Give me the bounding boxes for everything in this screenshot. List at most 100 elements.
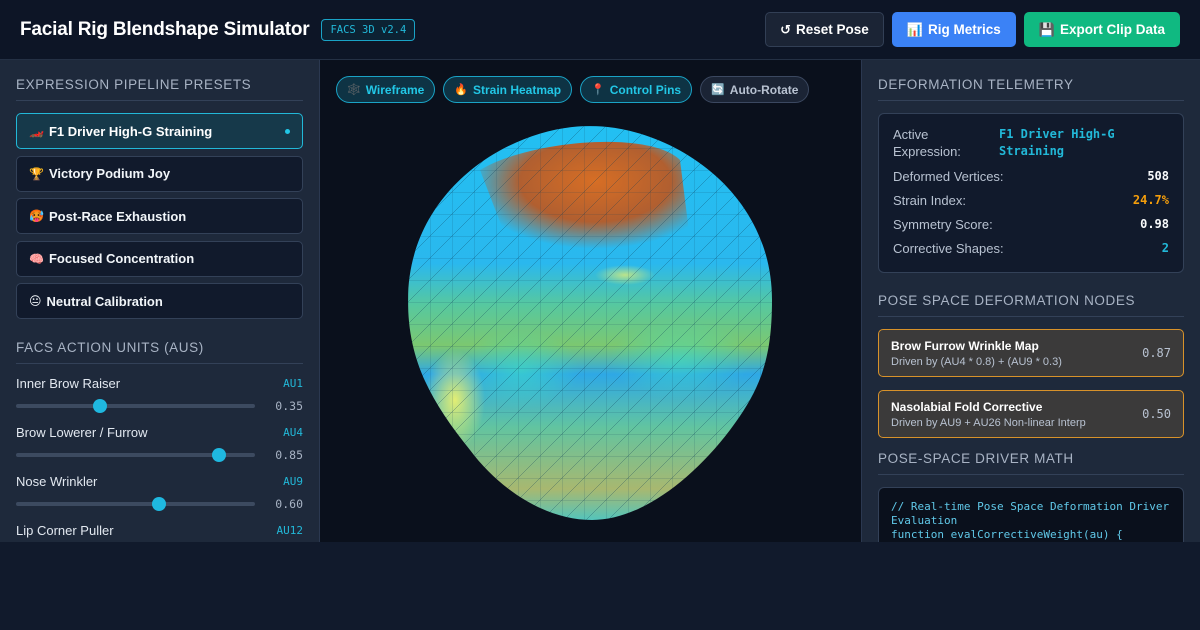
export-clip-button[interactable]: 💾 Export Clip Data (1023, 12, 1180, 47)
au-name: Nose Wrinkler (16, 474, 98, 489)
au-value: 0.85 (275, 448, 303, 462)
telemetry-heading: Deformation Telemetry (878, 77, 1184, 101)
pin-icon: 📍 (591, 84, 605, 96)
au-code: AU9 (283, 475, 303, 488)
psd-node-driver: Driven by AU9 + AU26 Non-linear Interp (891, 416, 1086, 429)
toggle-label: Auto-Rotate (729, 82, 799, 97)
rig-metrics-button[interactable]: 📊 Rig Metrics (891, 12, 1016, 47)
au-value: 0.60 (275, 497, 303, 511)
race-car-icon: 🏎️ (29, 124, 44, 138)
preset-label: Post-Race Exhaustion (48, 208, 187, 224)
version-badge: FACS 3D v2.4 (321, 18, 416, 41)
psd-node-weight: 0.50 (1142, 407, 1171, 421)
telemetry-label: Deformed Vertices: (893, 169, 1004, 184)
slider-thumb[interactable] (212, 448, 227, 462)
web-icon: 🕸️ (347, 84, 361, 96)
au-name: Brow Lowerer / Furrow (16, 425, 148, 440)
preset-label: F1 Driver High-G Straining (48, 123, 213, 139)
rig-metrics-label: Rig Metrics (928, 22, 1001, 37)
telemetry-value: 508 (1147, 169, 1169, 183)
left-panel: Expression Pipeline Presets 🏎️ F1 Driver… (0, 60, 320, 542)
toggle-strain-heatmap[interactable]: 🔥 Strain Heatmap (443, 76, 573, 103)
toggle-wireframe[interactable]: 🕸️ Wireframe (336, 76, 436, 103)
telemetry-label: Symmetry Score: (893, 217, 993, 232)
preset-label: Neutral Calibration (46, 293, 163, 309)
app-window: Facial Rig Blendshape Simulator FACS 3D … (0, 0, 1200, 630)
preset-neutral[interactable]: 😐 Neutral Calibration (16, 283, 303, 319)
psd-node-nasolabial[interactable]: Nasolabial Fold Corrective Driven by AU9… (878, 390, 1184, 438)
presets-heading: Expression Pipeline Presets (16, 77, 303, 101)
neutral-face-icon: 😐 (29, 294, 42, 308)
viewport-toolbar: 🕸️ Wireframe 🔥 Strain Heatmap 📍 Control … (336, 76, 810, 103)
au-control-au4: Brow Lowerer / Furrow AU4 0.85 (16, 425, 303, 462)
preset-label: Victory Podium Joy (48, 166, 171, 181)
toggle-label: Control Pins (609, 82, 682, 97)
au-slider[interactable] (16, 399, 255, 413)
top-header: Facial Rig Blendshape Simulator FACS 3D … (0, 0, 1200, 60)
face-mesh[interactable] (400, 120, 780, 530)
au-code: AU1 (283, 377, 303, 390)
telemetry-row-expression: Active Expression: F1 Driver High-G Stra… (893, 126, 1169, 160)
toggle-label: Wireframe (365, 82, 425, 97)
au-name: Lip Corner Puller (16, 523, 114, 538)
telemetry-value: 0.98 (1140, 217, 1169, 231)
slider-thumb[interactable] (92, 399, 107, 413)
reset-icon: ↺ (780, 21, 792, 37)
au-control-au1: Inner Brow Raiser AU1 0.35 (16, 376, 303, 413)
psd-heading: Pose Space Deformation Nodes (878, 293, 1184, 317)
toggle-auto-rotate[interactable]: 🔄 Auto-Rotate (700, 76, 810, 103)
chart-icon: 📊 (906, 21, 924, 37)
fire-icon: 🔥 (454, 84, 468, 96)
au-control-au12: Lip Corner Puller AU12 (16, 523, 303, 538)
psd-node-name: Nasolabial Fold Corrective (891, 399, 1043, 414)
slider-thumb[interactable] (152, 497, 167, 511)
psd-node-driver: Driven by (AU4 * 0.8) + (AU9 * 0.3) (891, 355, 1062, 368)
right-panel: Deformation Telemetry Active Expression:… (861, 60, 1200, 542)
au-code: AU12 (276, 524, 304, 537)
reset-pose-button[interactable]: ↺ Reset Pose (765, 12, 884, 47)
telemetry-label: Active Expression: (893, 127, 961, 159)
header-actions: ↺ Reset Pose 📊 Rig Metrics 💾 Export Clip… (765, 12, 1180, 47)
telemetry-row-symmetry: Symmetry Score: 0.98 (893, 217, 1169, 232)
action-units-heading: FACS Action Units (AUs) (16, 340, 303, 364)
driver-math-code: // Real-time Pose Space Deformation Driv… (878, 487, 1184, 542)
au-value: 0.35 (275, 399, 303, 413)
telemetry-row-strain: Strain Index: 24.7% (893, 193, 1169, 208)
face-mesh-viewport[interactable] (320, 60, 861, 542)
au-code: AU4 (283, 426, 303, 439)
preset-victory-podium[interactable]: 🏆 Victory Podium Joy (16, 155, 303, 192)
preset-f1-driver[interactable]: 🏎️ F1 Driver High-G Straining (16, 113, 303, 149)
preset-list: 🏎️ F1 Driver High-G Straining 🏆 Victory … (16, 113, 303, 319)
app-title: Facial Rig Blendshape Simulator (20, 18, 310, 40)
telemetry-value: 2 (1161, 241, 1169, 255)
driver-math-heading: Pose-Space Driver Math (878, 451, 1184, 475)
psd-node-weight: 0.87 (1142, 346, 1171, 360)
trophy-icon: 🏆 (29, 166, 44, 181)
brain-icon: 🧠 (29, 251, 44, 266)
reset-pose-label: Reset Pose (796, 22, 869, 37)
active-expression-value: F1 Driver High-G Straining (999, 127, 1115, 158)
hot-face-icon: 🥵 (29, 209, 44, 223)
telemetry-card: Active Expression: F1 Driver High-G Stra… (878, 113, 1184, 273)
au-slider[interactable] (16, 497, 255, 511)
preset-post-race[interactable]: 🥵 Post-Race Exhaustion (16, 198, 303, 234)
psd-node-brow-furrow[interactable]: Brow Furrow Wrinkle Map Driven by (AU4 *… (878, 329, 1184, 377)
telemetry-row-vertices: Deformed Vertices: 508 (893, 169, 1169, 184)
au-slider[interactable] (16, 448, 255, 462)
active-indicator-dot (285, 128, 290, 134)
preset-label: Focused Concentration (48, 251, 195, 266)
telemetry-label: Corrective Shapes: (893, 241, 1004, 256)
preset-focused[interactable]: 🧠 Focused Concentration (16, 240, 303, 277)
rotate-icon: 🔄 (711, 84, 725, 96)
au-name: Inner Brow Raiser (16, 376, 121, 391)
telemetry-label: Strain Index: (893, 193, 966, 208)
au-control-au9: Nose Wrinkler AU9 0.60 (16, 474, 303, 511)
empty-footer-area (0, 542, 1200, 630)
viewport-panel: 🕸️ Wireframe 🔥 Strain Heatmap 📍 Control … (320, 60, 861, 542)
toggle-label: Strain Heatmap (473, 82, 562, 97)
telemetry-value: 24.7% (1132, 193, 1169, 207)
export-clip-label: Export Clip Data (1059, 22, 1165, 37)
psd-node-name: Brow Furrow Wrinkle Map (891, 338, 1039, 353)
toggle-control-pins[interactable]: 📍 Control Pins (580, 76, 693, 103)
telemetry-row-correctives: Corrective Shapes: 2 (893, 241, 1169, 256)
